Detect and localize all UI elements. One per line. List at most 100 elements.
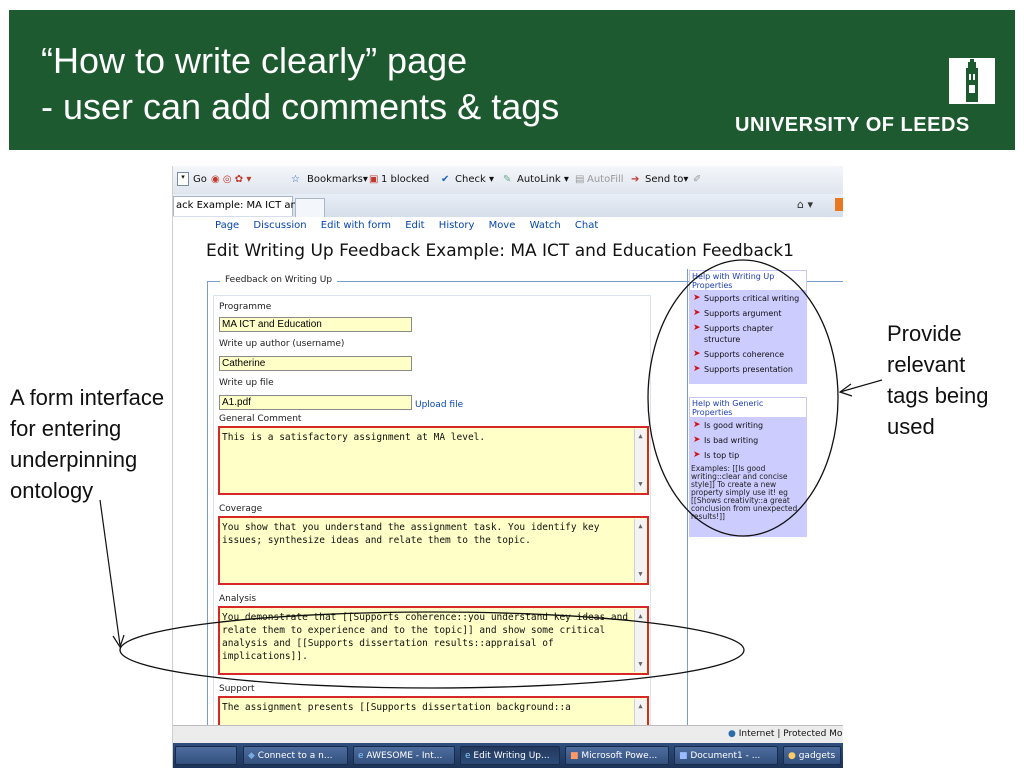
help-item-label: Supports coherence: [704, 350, 785, 359]
home-icon[interactable]: ⌂ ▾: [797, 198, 813, 211]
right-annotation-line: Provide: [887, 321, 962, 346]
help-item-label: Is top tip: [704, 451, 740, 460]
scroll-down-icon[interactable]: ▼: [635, 478, 646, 491]
upload-file-link[interactable]: Upload file: [415, 400, 463, 410]
taskbar-item-label: gadgets: [798, 751, 836, 761]
coverage-textarea[interactable]: You show that you understand the assignm…: [218, 516, 649, 585]
help-item[interactable]: ➤ Supports critical writing: [691, 293, 805, 304]
tab-chat[interactable]: Chat: [575, 220, 598, 231]
support-textarea[interactable]: The assignment presents [[Supports disse…: [218, 696, 649, 725]
general-comment-textarea[interactable]: This is a satisfactory assignment at MA …: [218, 426, 649, 495]
status-bar: ● Internet | Protected Mo: [173, 725, 843, 744]
send-to-icon: ➔: [631, 174, 640, 185]
help-item-label: Supports presentation: [704, 365, 793, 374]
taskbar-item[interactable]: e AWESOME - Int...: [353, 746, 455, 765]
right-annotation: Provide relevant tags being used: [887, 318, 989, 442]
new-tab-button[interactable]: [295, 198, 325, 217]
autolink-button[interactable]: AutoLink ▾: [517, 174, 569, 185]
file-label: Write up file: [219, 378, 274, 388]
taskbar-item-label: Edit Writing Up...: [473, 751, 550, 761]
autolink-icon: ✎: [503, 174, 512, 185]
globe-icon: ●: [728, 729, 739, 739]
scroll-up-icon[interactable]: ▲: [635, 610, 646, 623]
scrollbar[interactable]: ▲ ▼: [634, 429, 646, 492]
arrow-icon: ➤: [693, 323, 701, 333]
left-annotation-line: for entering: [10, 416, 122, 441]
fieldset-legend: Feedback on Writing Up: [220, 275, 338, 285]
scrollbar[interactable]: ▲ ▼: [634, 609, 646, 672]
taskbar-item-label: Microsoft Powe...: [581, 751, 658, 761]
help-item[interactable]: ➤ Supports chapter structure: [691, 323, 805, 345]
bookmarks-button[interactable]: Bookmarks▾: [307, 174, 368, 185]
dropdown-arrow-icon[interactable]: ▾: [177, 172, 189, 186]
programme-field[interactable]: MA ICT and Education: [219, 317, 412, 332]
left-annotation-line: underpinning: [10, 447, 138, 472]
check-button[interactable]: Check ▾: [455, 174, 494, 185]
generic-help-heading: Help with Generic Properties: [689, 397, 807, 419]
coverage-label: Coverage: [219, 504, 263, 514]
analysis-textarea[interactable]: You demonstrate that [[Supports coherenc…: [218, 606, 649, 675]
security-zone[interactable]: ● Internet | Protected Mo: [728, 729, 842, 739]
help-item[interactable]: ➤ Is good writing: [691, 420, 805, 431]
left-arrowhead: [112, 634, 125, 649]
left-annotation-line: A form interface: [10, 385, 165, 410]
browser-screenshot: ▾ Go ◉ ◎ ✿ ▾ ☆ Bookmarks▾ ▣ 1 blocked ✔ …: [172, 166, 843, 768]
scroll-down-icon[interactable]: ▼: [635, 658, 646, 671]
taskbar-item[interactable]: ■ Microsoft Powe...: [565, 746, 669, 765]
network-icon: ◆: [248, 751, 258, 761]
autofill-button[interactable]: AutoFill: [587, 174, 624, 185]
tab-edit-writing-up[interactable]: ack Example: MA ICT and E...: [173, 196, 322, 216]
help-item[interactable]: ➤ Supports argument: [691, 308, 805, 319]
taskbar-item[interactable]: ■ Document1 - ...: [674, 746, 778, 765]
author-field[interactable]: Catherine: [219, 356, 412, 371]
taskbar-item[interactable]: ● gadgets: [783, 746, 841, 765]
tab-history[interactable]: History: [439, 220, 475, 231]
scroll-down-icon[interactable]: ▼: [635, 568, 646, 581]
tab-move[interactable]: Move: [489, 220, 516, 231]
tab-watch[interactable]: Watch: [530, 220, 561, 231]
feed-icon[interactable]: [835, 198, 843, 211]
send-to-button[interactable]: Send to▾: [645, 174, 688, 185]
help-item-label: Is good writing: [704, 421, 764, 430]
toolbar-icons[interactable]: ◉ ◎ ✿ ▾: [211, 174, 251, 185]
right-annotation-line: tags being: [887, 383, 989, 408]
word-icon: ■: [679, 751, 691, 761]
scroll-up-icon[interactable]: ▲: [635, 430, 646, 443]
general-comment-label: General Comment: [219, 414, 302, 424]
analysis-label: Analysis: [219, 594, 257, 604]
help-item[interactable]: ➤ Supports coherence: [691, 349, 805, 360]
help-item[interactable]: ➤ Supports presentation: [691, 364, 805, 375]
arrow-icon: ➤: [693, 349, 701, 359]
scrollbar[interactable]: ▲ ▼: [634, 519, 646, 582]
arrow-icon: ➤: [693, 435, 701, 445]
tab-discussion[interactable]: Discussion: [253, 220, 306, 231]
pen-icon[interactable]: ✐: [693, 174, 701, 185]
taskbar-overflow[interactable]: [175, 746, 237, 765]
scrollbar[interactable]: ▲: [634, 699, 646, 725]
taskbar-item[interactable]: ◆ Connect to a n...: [243, 746, 348, 765]
tab-strip: ack Example: MA ICT and E... ⌂ ▾: [173, 194, 843, 218]
taskbar-item-active[interactable]: e Edit Writing Up...: [460, 746, 560, 765]
help-examples: Examples: [[Is good writing::clear and c…: [691, 464, 798, 521]
tab-edit[interactable]: Edit: [405, 220, 424, 231]
gadgets-icon: ●: [788, 751, 799, 761]
help-item[interactable]: ➤ Is bad writing: [691, 435, 805, 446]
popup-blocked-button[interactable]: 1 blocked: [381, 174, 429, 185]
taskbar-item-label: AWESOME - Int...: [366, 751, 443, 761]
right-annotation-line: used: [887, 414, 935, 439]
support-label: Support: [219, 684, 255, 694]
go-button[interactable]: Go: [193, 174, 207, 185]
powerpoint-icon: ■: [570, 751, 582, 761]
title-banner: “How to write clearly” page - user can a…: [9, 10, 1015, 150]
arrow-icon: ➤: [693, 420, 701, 430]
left-annotation-line: ontology: [10, 478, 94, 503]
help-item[interactable]: ➤ Is top tip: [691, 450, 805, 461]
wiki-tabs: Page Discussion Edit with form Edit Hist…: [215, 220, 609, 231]
scroll-up-icon[interactable]: ▲: [635, 520, 646, 533]
autofill-icon: ▤: [575, 174, 585, 185]
file-field[interactable]: A1.pdf: [219, 395, 412, 410]
coverage-text: You show that you understand the assignm…: [222, 522, 600, 546]
scroll-up-icon[interactable]: ▲: [635, 700, 646, 713]
tab-page[interactable]: Page: [215, 220, 239, 231]
tab-edit-with-form[interactable]: Edit with form: [321, 220, 391, 231]
